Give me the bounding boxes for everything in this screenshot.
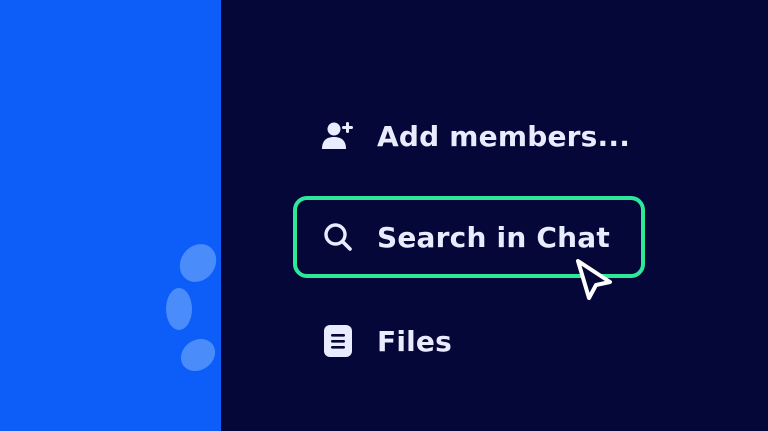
file-icon — [321, 324, 355, 358]
search-icon — [321, 220, 355, 254]
files-menu-item[interactable]: Files — [293, 298, 649, 384]
left-panel — [0, 0, 221, 431]
search-in-chat-label: Search in Chat — [377, 220, 610, 254]
files-label: Files — [377, 324, 452, 358]
add-members-menu-item[interactable]: Add members... — [293, 93, 649, 179]
add-members-label: Add members... — [377, 119, 631, 153]
mouse-pointer-icon — [574, 258, 616, 302]
add-user-icon — [321, 119, 355, 153]
